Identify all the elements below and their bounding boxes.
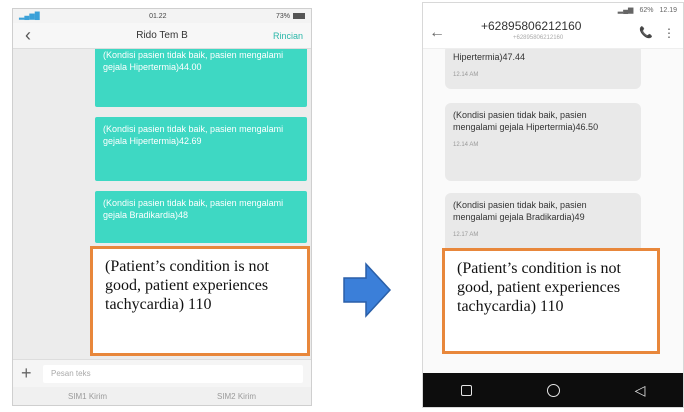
sent-message-bubble[interactable]: (Kondisi pasien tidak baik, pasien menga… [95,191,307,243]
translation-callout-left: (Patient’s condition is not good, patien… [90,246,310,356]
back-icon[interactable]: ‹ [13,25,43,46]
contact-phone-subtitle: +62895806212160 [513,35,564,41]
recent-apps-icon[interactable] [460,384,472,396]
back-icon[interactable]: ◁ [635,382,646,399]
back-arrow-icon[interactable]: ← [423,24,451,42]
message-timestamp: 12.17 AM [453,232,479,238]
right-arrow-icon [343,262,392,318]
sent-message-bubble[interactable]: (Kondisi pasien tidak baik, pasien menga… [95,49,307,107]
status-time: 12.19 [659,6,677,14]
status-bar: ▂▄▆█ 01.22 73% [13,9,311,23]
call-icon[interactable]: 📞 [639,26,653,39]
more-options-icon[interactable]: ⋮ [663,26,675,40]
signal-icon: ▂▄▆█ [19,13,40,20]
received-message-bubble[interactable]: Hipertermia)47.44 12.14 AM [445,49,641,89]
contact-phone-number: +62895806212160 [481,19,582,33]
home-icon[interactable] [546,383,560,397]
contact-name: Rido Tem B [136,30,188,41]
message-input[interactable]: Pesan teks [43,364,303,383]
received-message-bubble[interactable]: (Kondisi pasien tidak baik, pasien menga… [445,103,641,181]
status-time: 01.22 [149,12,167,20]
battery-icon [292,12,305,19]
status-bar: ▂▄▆ 62% 12.19 [423,3,683,17]
signal-icon: ▂▄▆ [617,7,634,14]
conversation-header: ← +62895806212160 +62895806212160 📞 ⋮ [423,17,683,49]
android-navigation-bar: ◁ [423,373,683,407]
compose-bar: + Pesan teks [13,359,311,387]
message-timestamp: 12.14 AM [453,72,479,78]
message-text: (Kondisi pasien tidak baik, pasien menga… [453,110,599,132]
translation-callout-right: (Patient’s condition is not good, patien… [442,248,660,354]
message-text: (Kondisi pasien tidak baik, pasien menga… [453,200,587,222]
message-timestamp: 12.14 AM [453,142,479,148]
sim2-send-button[interactable]: SIM2 Kirim [217,392,256,401]
figure-stage: ▂▄▆█ 01.22 73% ‹ Rido Tem B Rincian (Kon… [0,0,684,412]
add-attachment-icon[interactable]: + [21,363,43,384]
details-link[interactable]: Rincian [273,31,303,41]
sim1-send-button[interactable]: SIM1 Kirim [68,392,107,401]
battery-indicator: 73% [276,13,305,20]
conversation-header: ‹ Rido Tem B Rincian [13,23,311,49]
battery-percent: 62% [639,6,654,14]
sent-message-bubble[interactable]: (Kondisi pasien tidak baik, pasien menga… [95,117,307,181]
battery-percent: 73% [275,12,290,20]
sim-send-bar: SIM1 Kirim SIM2 Kirim [13,387,311,405]
message-text: Hipertermia)47.44 [453,52,526,62]
